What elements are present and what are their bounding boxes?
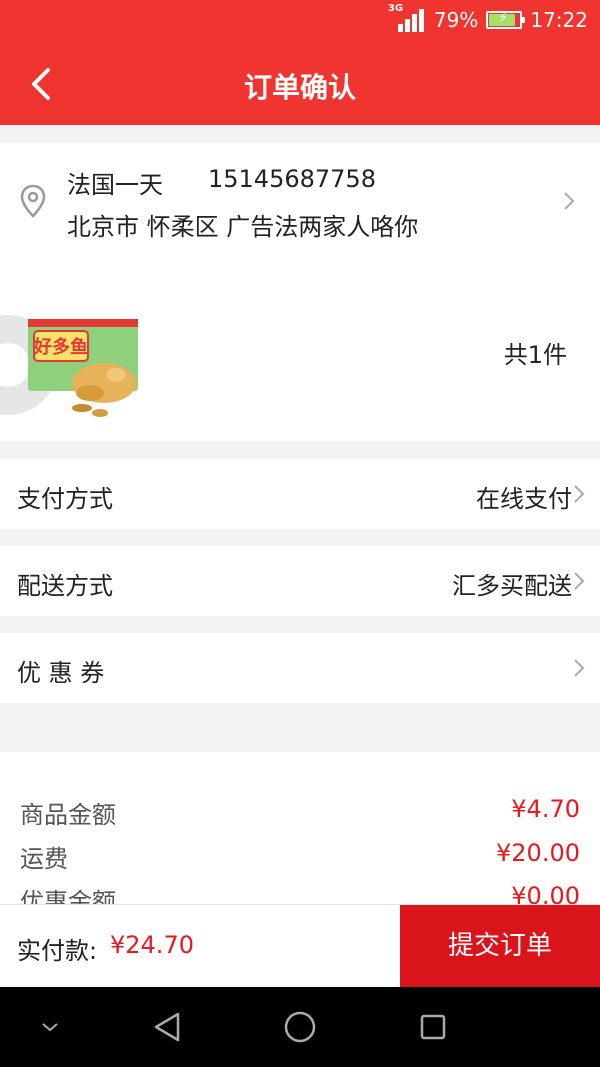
delivery-method-label: 配送方式 <box>17 572 113 600</box>
chevron-right-icon <box>574 659 585 677</box>
system-nav-bar <box>0 987 600 1067</box>
page-title: 订单确认 <box>243 71 356 104</box>
header: 订单确认 <box>0 42 600 125</box>
submit-order-button[interactable]: 提交订单 <box>400 905 600 988</box>
product-image[interactable]: 好多鱼 <box>0 313 145 423</box>
pay-total-label: 实付款: <box>17 937 98 965</box>
status-bar: 3G 79% ⚡ 17:22 <box>0 0 600 42</box>
location-pin-icon <box>20 184 46 218</box>
discount-amount-value: ¥0.00 <box>511 882 580 904</box>
clock: 17:22 <box>530 8 588 32</box>
payment-method-label: 支付方式 <box>17 485 113 513</box>
pay-total-amount: ¥24.70 <box>110 931 194 959</box>
coupon-label: 优 惠 券 <box>17 659 105 687</box>
delivery-method-value: 汇多买配送 <box>452 572 572 600</box>
chevron-right-icon <box>564 192 575 210</box>
signal-icon: 3G <box>388 3 426 32</box>
checkout-bar: 实付款: ¥24.70 提交订单 <box>0 904 600 988</box>
battery-percent: 79% <box>433 8 479 32</box>
price-summary: 商品金额 ¥4.70 运费 ¥20.00 优惠金额 ¥0.00 <box>0 752 600 904</box>
home-circle-icon[interactable] <box>283 1010 317 1044</box>
battery-icon: ⚡ <box>486 10 526 29</box>
address-card[interactable]: 法国一天 15145687758 北京市 怀柔区 广告法两家人咯你 好多鱼 共1… <box>0 143 600 441</box>
discount-amount-label: 优惠金额 <box>20 888 116 904</box>
recents-square-icon[interactable] <box>419 1013 447 1041</box>
chevron-right-icon <box>574 572 585 590</box>
delivery-method-row[interactable]: 配送方式 汇多买配送 <box>0 546 600 616</box>
shipping-fee-value: ¥20.00 <box>496 839 580 867</box>
recipient-address: 北京市 怀柔区 广告法两家人咯你 <box>67 213 419 241</box>
coupon-row[interactable]: 优 惠 券 <box>0 633 600 703</box>
network-type: 3G <box>387 3 404 14</box>
back-triangle-icon[interactable] <box>152 1011 182 1043</box>
chevron-right-icon <box>574 485 585 503</box>
svg-text:好多鱼: 好多鱼 <box>33 336 88 358</box>
item-count: 共1件 <box>503 341 567 369</box>
goods-amount-label: 商品金额 <box>20 801 116 829</box>
shipping-fee-label: 运费 <box>20 845 68 873</box>
recipient-name: 法国一天 <box>67 171 163 199</box>
chevron-down-icon[interactable] <box>38 1019 62 1035</box>
payment-method-value: 在线支付 <box>476 485 572 513</box>
goods-amount-value: ¥4.70 <box>511 795 580 823</box>
payment-method-row[interactable]: 支付方式 在线支付 <box>0 459 600 529</box>
recipient-phone: 15145687758 <box>208 165 376 193</box>
